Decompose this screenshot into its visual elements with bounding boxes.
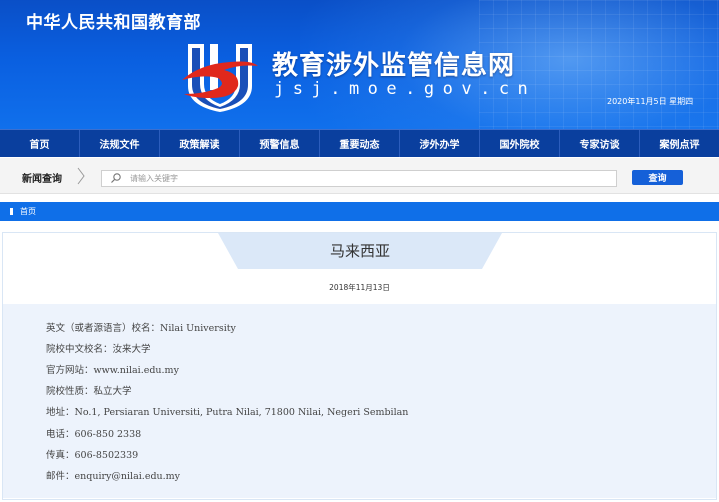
nav-item-policy-interpretation[interactable]: 政策解读 — [160, 130, 240, 157]
field-label: 院校中文校名： — [46, 344, 113, 355]
nav-item-important-news[interactable]: 重要动态 — [320, 130, 400, 157]
search-icon — [111, 173, 121, 183]
search-field — [101, 170, 617, 187]
breadcrumb-home-link[interactable]: 首页 — [20, 206, 36, 217]
nav-item-home[interactable]: 首页 — [0, 130, 80, 157]
nav-item-case-reviews[interactable]: 案例点评 — [640, 130, 719, 157]
chevron-right-icon — [77, 167, 85, 185]
nav-item-foreign-schools[interactable]: 国外院校 — [480, 130, 560, 157]
field-school-type: 院校性质：私立大学 — [46, 383, 132, 397]
main-nav: 首页 法规文件 政策解读 预警信息 重要动态 涉外办学 国外院校 专家访谈 案例… — [0, 129, 719, 157]
field-value: 汝来大学 — [112, 344, 151, 355]
breadcrumb: 首页 — [0, 202, 719, 221]
search-input[interactable] — [130, 171, 600, 186]
field-label: 官方网站： — [46, 365, 94, 376]
field-value: 606-850 2338 — [74, 429, 142, 440]
field-value[interactable]: enquiry@nilai.edu.my — [75, 471, 181, 482]
field-value[interactable]: www.nilai.edu.my — [94, 365, 179, 376]
field-label: 地址： — [46, 407, 75, 418]
field-english-name: 英文（或者源语言）校名：Nilai University — [46, 320, 236, 334]
nav-item-regulations[interactable]: 法规文件 — [80, 130, 160, 157]
nav-item-foreign-cooperation[interactable]: 涉外办学 — [400, 130, 480, 157]
site-title[interactable]: 教育涉外监管信息网 — [272, 45, 515, 82]
field-label: 院校性质： — [46, 386, 94, 397]
field-value: 私立大学 — [93, 386, 132, 397]
site-logo-icon[interactable] — [180, 40, 260, 112]
field-value: No.1, Persiaran Universiti, Putra Nilai,… — [74, 407, 409, 418]
field-label: 传真： — [46, 450, 75, 461]
field-label: 英文（或者源语言）校名： — [46, 323, 161, 334]
site-domain: jsj.moe.gov.cn — [274, 79, 537, 99]
publish-date: 2018年11月13日 — [329, 283, 390, 292]
search-button[interactable]: 查询 — [632, 170, 683, 185]
field-address: 地址：No.1, Persiaran Universiti, Putra Nil… — [46, 404, 408, 418]
site-banner: 中华人民共和国教育部 教育涉外监管信息网 jsj.moe.gov.cn 2020… — [0, 0, 719, 129]
news-search-label: 新闻查询 — [22, 174, 62, 185]
field-phone: 电话：606-850 2338 — [46, 426, 141, 440]
field-chinese-name: 院校中文校名：汝来大学 — [46, 341, 151, 355]
field-label: 电话： — [46, 429, 75, 440]
field-website: 官方网站：www.nilai.edu.my — [46, 362, 179, 376]
nav-item-warnings[interactable]: 预警信息 — [240, 130, 320, 157]
ministry-name[interactable]: 中华人民共和国教育部 — [26, 8, 201, 33]
field-email: 邮件：enquiry@nilai.edu.my — [46, 468, 180, 482]
current-date: 2020年11月5日 星期四 — [607, 97, 694, 106]
field-value: Nilai University — [160, 323, 236, 334]
field-value: 606-8502339 — [74, 450, 139, 461]
breadcrumb-marker — [10, 208, 13, 215]
article-title: 马来西亚 — [329, 242, 390, 260]
field-label: 邮件： — [46, 471, 75, 482]
news-search-bar: 新闻查询 查询 — [0, 158, 719, 194]
field-fax: 传真：606-8502339 — [46, 447, 138, 461]
nav-item-expert-interviews[interactable]: 专家访谈 — [560, 130, 640, 157]
